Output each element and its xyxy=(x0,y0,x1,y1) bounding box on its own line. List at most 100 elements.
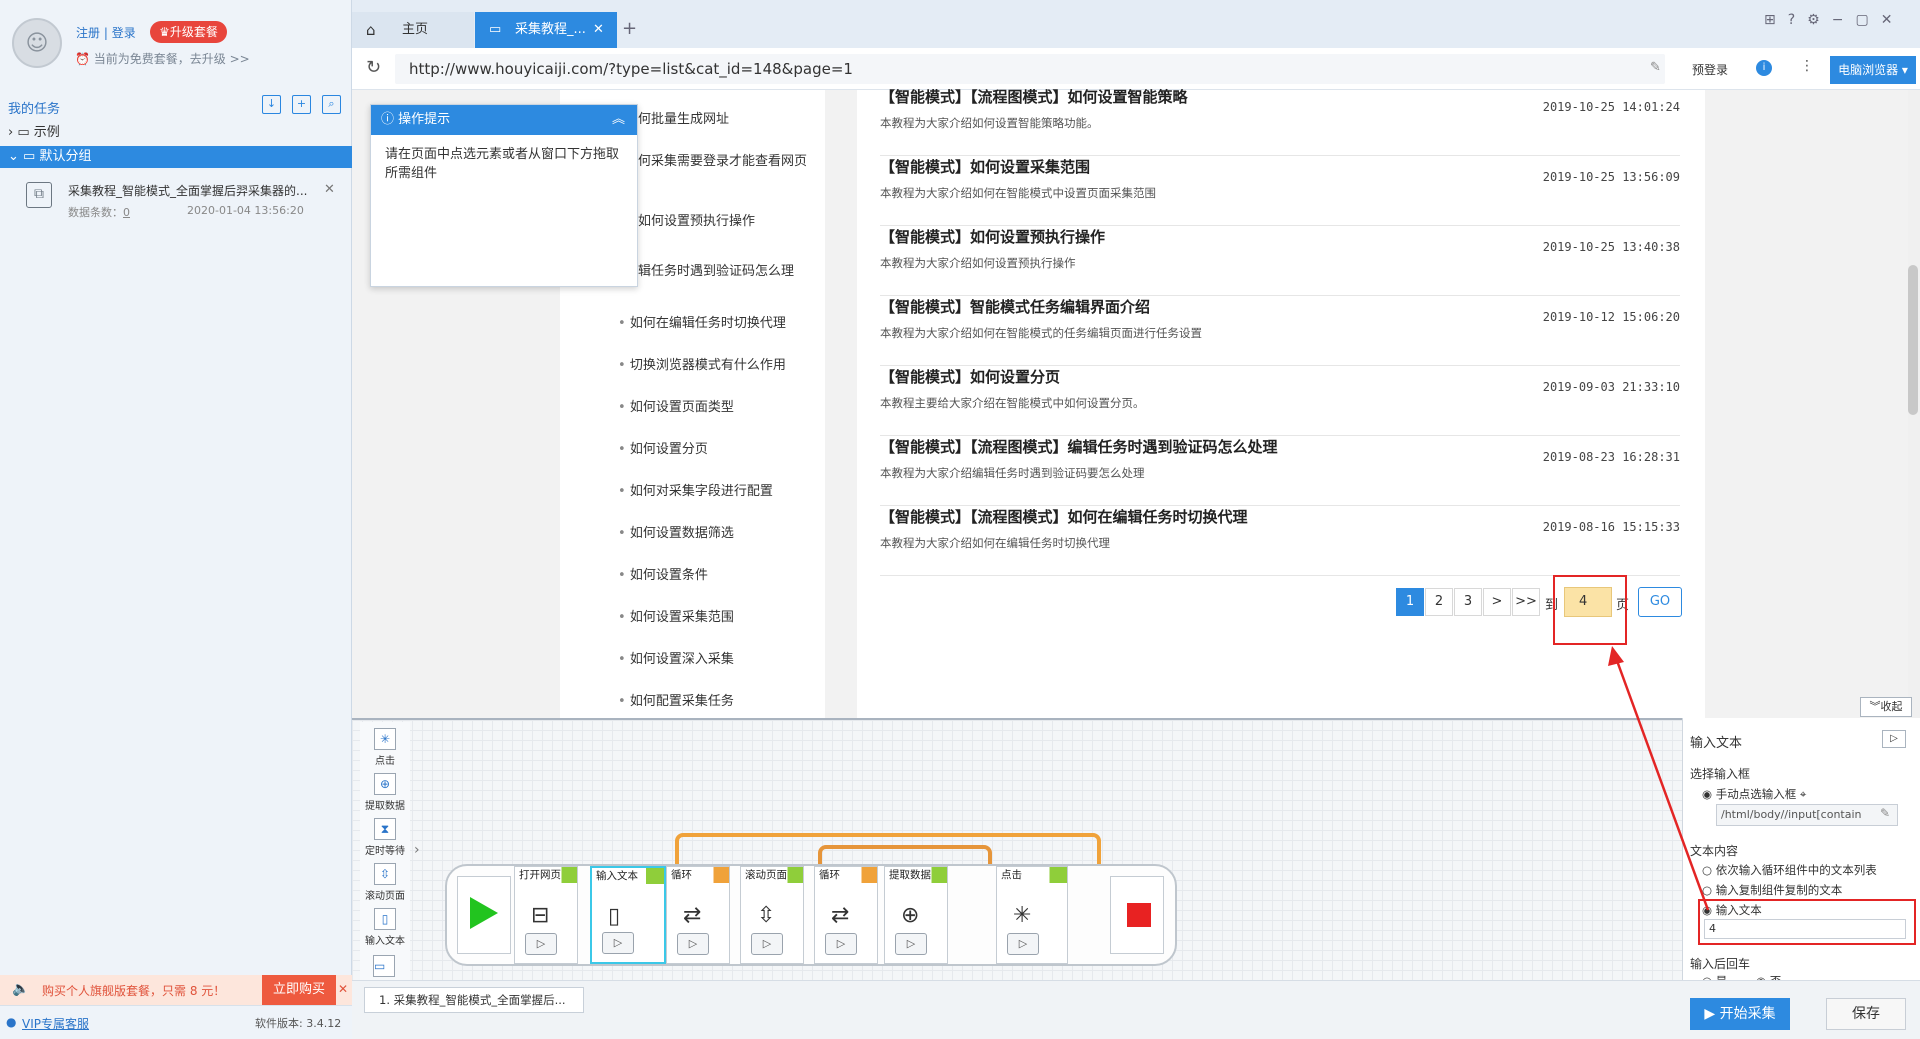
option-copied-text-radio[interactable]: ○ 输入复制组件复制的文本 xyxy=(1702,882,1842,898)
article-row[interactable]: 【智能模式】智能模式任务编辑界面介绍 本教程为大家介绍如何在智能模式的任务编辑页面… xyxy=(880,296,1680,366)
scrollbar-thumb[interactable] xyxy=(1908,265,1918,415)
buy-now-button[interactable]: 立即购买 xyxy=(262,975,336,1005)
sidebar-link[interactable]: • 如何设置深入采集 xyxy=(618,650,813,670)
close-icon[interactable]: ✕ xyxy=(324,182,335,197)
crown-icon: ♛ xyxy=(159,25,170,39)
sidebar-link[interactable]: • 切换浏览器模式有什么作用 xyxy=(618,356,813,376)
palette-item[interactable]: ⧗ 定时等待 xyxy=(362,818,408,857)
maximize-icon[interactable]: ▢ xyxy=(1855,12,1880,28)
page-next[interactable]: > xyxy=(1483,588,1511,616)
group-example[interactable]: › ▭ 示例 xyxy=(0,122,352,144)
tab-home[interactable]: ⌂ 主页 xyxy=(352,12,474,48)
article-row[interactable]: 【智能模式】【流程图模式】如何在编辑任务时切换代理 本教程为大家介绍如何在编辑任务… xyxy=(880,506,1680,576)
palette-item[interactable]: ✳ 点击 xyxy=(362,728,408,767)
sidebar-link[interactable]: • 如何在编辑任务时切换代理 xyxy=(618,314,813,334)
run-task-tab[interactable]: 1. 采集教程_智能模式_全面掌握后... xyxy=(364,987,584,1013)
collapse-up-icon[interactable]: ︽ xyxy=(612,105,625,135)
expand-palette-icon[interactable]: › xyxy=(414,842,420,858)
sidebar-link[interactable]: • 如何设置页面类型 xyxy=(618,398,813,418)
palette-item[interactable]: ▯ 输入文本 xyxy=(362,908,408,947)
flow-node[interactable]: 输入文本 ▯ ▷ xyxy=(590,866,666,964)
run-node-icon[interactable]: ▷ xyxy=(1007,933,1039,955)
chevron-right-icon: › xyxy=(8,125,14,140)
run-node-icon[interactable]: ▷ xyxy=(677,933,709,955)
sidebar-link[interactable]: 何采集需要登录才能查看网页 xyxy=(638,152,833,172)
settings-icon[interactable]: ⚙ xyxy=(1807,12,1832,28)
palette-item[interactable]: ⊕ 提取数据 xyxy=(362,773,408,812)
run-step-icon[interactable]: ▷ xyxy=(1882,730,1906,748)
page-1[interactable]: 1 xyxy=(1396,588,1424,616)
go-button[interactable]: GO xyxy=(1638,587,1682,617)
plan-status[interactable]: ⏰ 当前为免费套餐，去升级 >> xyxy=(75,50,250,67)
new-tab-icon[interactable]: + xyxy=(622,18,637,39)
login-link[interactable]: 登录 xyxy=(112,26,136,40)
sidebar-link[interactable]: • 如何配置采集任务 xyxy=(618,692,813,712)
promo-close-icon[interactable]: ✕ xyxy=(338,982,348,996)
task-count-value[interactable]: 0 xyxy=(123,206,130,219)
minimize-icon[interactable]: − xyxy=(1832,12,1856,28)
start-collect-button[interactable]: ▶ 开始采集 xyxy=(1690,998,1790,1030)
window-close-icon[interactable]: ✕ xyxy=(1881,12,1905,28)
chevron-down-icon: ⌄ xyxy=(8,149,19,164)
article-row[interactable]: 【智能模式】如何设置采集范围 本教程为大家介绍如何在智能模式中设置页面采集范围 20… xyxy=(880,156,1680,226)
upgrade-button[interactable]: ♛升级套餐 xyxy=(150,21,227,43)
flow-node[interactable]: 循环 ⇄ ▷ xyxy=(666,866,730,964)
page-last[interactable]: >> xyxy=(1512,588,1540,616)
target-icon[interactable]: ⌖ xyxy=(1800,787,1806,801)
flow-node[interactable]: 打开网页 ⊟ ▷ xyxy=(514,866,578,964)
edit-icon[interactable]: ✎ xyxy=(1650,60,1661,75)
save-button[interactable]: 保存 xyxy=(1826,998,1906,1030)
tab-close-icon[interactable]: ✕ xyxy=(593,12,604,48)
vip-service-link[interactable]: VIP专属客服 xyxy=(22,1015,89,1032)
sidebar-link[interactable]: • 如何对采集字段进行配置 xyxy=(618,482,813,502)
group-default[interactable]: ⌄ ▭ 默认分组 xyxy=(0,146,352,168)
article-row[interactable]: 【智能模式】如何设置预执行操作 本教程为大家介绍如何设置预执行操作 2019-10-… xyxy=(880,226,1680,296)
sidebar-link[interactable]: • 如何设置采集范围 xyxy=(618,608,813,628)
tab-tutorial[interactable]: ▭ 采集教程_... ✕ xyxy=(475,12,617,48)
more-icon[interactable]: ⋮ xyxy=(1800,58,1814,74)
sidebar-link[interactable]: 何批量生成网址 xyxy=(638,110,833,130)
register-link[interactable]: 注册 xyxy=(76,26,100,40)
run-node-icon[interactable]: ▷ xyxy=(525,933,557,955)
sidebar-link[interactable]: • 如何设置分页 xyxy=(618,440,813,460)
flow-node[interactable]: 点击 ✳ ▷ xyxy=(996,866,1068,964)
palette-item[interactable]: ⇳ 滚动页面 xyxy=(362,863,408,902)
end-node[interactable] xyxy=(1110,876,1164,954)
flow-node[interactable]: 循环 ⇄ ▷ xyxy=(814,866,878,964)
url-input[interactable]: http://www.houyicaiji.com/?type=list&cat… xyxy=(395,54,1665,84)
sidebar-link[interactable]: • 如何设置条件 xyxy=(618,566,813,586)
search-task-icon[interactable]: ⌕ xyxy=(322,95,341,114)
sidebar-link[interactable]: • 如何设置数据筛选 xyxy=(618,524,813,544)
run-node-icon[interactable]: ▷ xyxy=(825,933,857,955)
sidebar-link[interactable]: 如何设置预执行操作 xyxy=(638,212,833,232)
import-icon[interactable]: ↓ xyxy=(262,95,281,114)
page-2[interactable]: 2 xyxy=(1425,588,1453,616)
xpath-field[interactable]: /html/body//input[contain xyxy=(1716,804,1898,826)
pc-browser-select[interactable]: 电脑浏览器 ▾ xyxy=(1830,56,1916,84)
gift-icon[interactable]: ⊞ xyxy=(1764,12,1788,28)
plugin-icon[interactable]: i xyxy=(1756,60,1772,76)
page-3[interactable]: 3 xyxy=(1454,588,1482,616)
run-node-icon[interactable]: ▷ xyxy=(602,932,634,954)
copy-icon[interactable]: ▭ xyxy=(373,955,395,977)
article-row[interactable]: 【智能模式】【流程图模式】编辑任务时遇到验证码怎么处理 本教程为大家介绍编辑任务时… xyxy=(880,436,1680,506)
collapse-button[interactable]: ︾收起 xyxy=(1860,697,1912,717)
flow-node[interactable]: 滚动页面 ⇳ ▷ xyxy=(740,866,804,964)
start-node[interactable] xyxy=(457,876,511,954)
prelogin-button[interactable]: 预登录 xyxy=(1692,61,1728,78)
option-loop-text-radio[interactable]: ○ 依次输入循环组件中的文本列表 xyxy=(1702,862,1877,878)
add-task-icon[interactable]: + xyxy=(292,95,311,114)
open-page-icon: ⊟ xyxy=(531,903,550,928)
article-date: 2019-09-03 21:33:10 xyxy=(1542,380,1680,394)
task-item[interactable]: ⧉ 采集教程_智能模式_全面掌握后羿采集器的... 数据条数：0 2020-01… xyxy=(0,174,352,222)
help-icon[interactable]: ? xyxy=(1788,12,1807,28)
run-node-icon[interactable]: ▷ xyxy=(751,933,783,955)
flow-node[interactable]: 提取数据 ⊕ ▷ xyxy=(884,866,948,964)
refresh-icon[interactable]: ↻ xyxy=(366,57,381,78)
run-node-icon[interactable]: ▷ xyxy=(895,933,927,955)
sidebar-link[interactable]: 辑任务时遇到验证码怎么理 xyxy=(638,262,833,282)
xpath-edit-icon[interactable]: ✎ xyxy=(1880,806,1890,820)
article-row[interactable]: 【智能模式】如何设置分页 本教程主要给大家介绍在智能模式中如何设置分页。 2019-… xyxy=(880,366,1680,436)
avatar[interactable]: ☺ xyxy=(12,18,62,68)
article-row[interactable]: 【智能模式】【流程图模式】如何设置智能策略 本教程为大家介绍如何设置智能策略功能。… xyxy=(880,86,1680,156)
